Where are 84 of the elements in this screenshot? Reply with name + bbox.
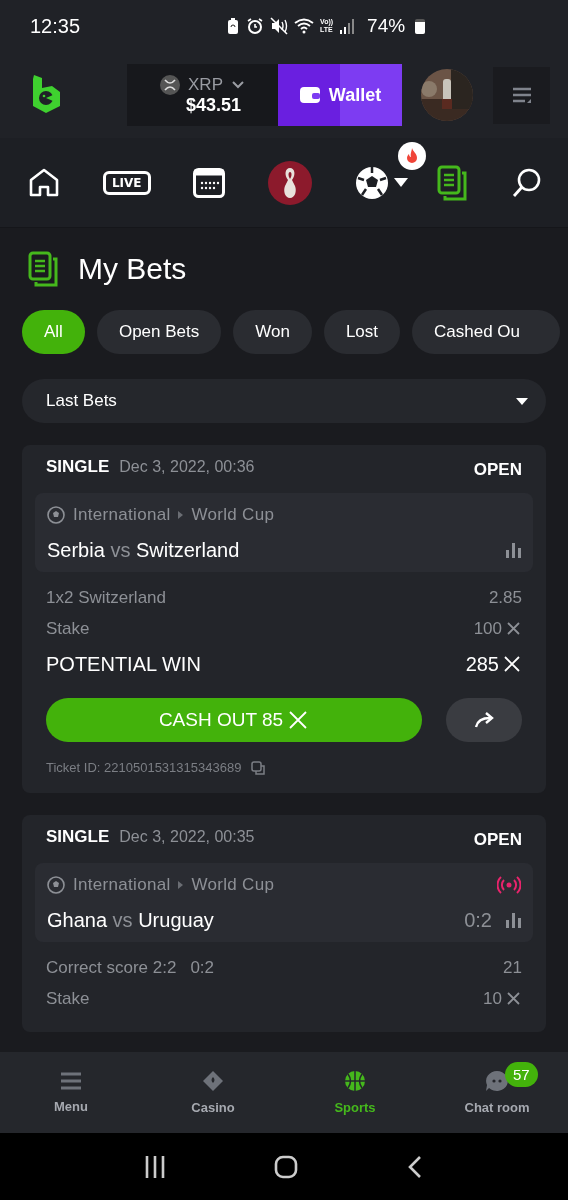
tournament-name: World Cup xyxy=(191,505,276,525)
wallet-button[interactable]: Wallet xyxy=(278,64,402,126)
wallet-icon xyxy=(298,85,321,105)
search-icon[interactable] xyxy=(511,167,542,198)
basketball-icon xyxy=(344,1070,366,1092)
tournament-name: World Cup xyxy=(191,875,276,895)
bet-type: SINGLE xyxy=(46,827,110,847)
bet-date: Dec 3, 2022, 00:36 xyxy=(119,458,256,476)
home-button-icon[interactable] xyxy=(274,1154,298,1179)
cross-icon xyxy=(502,654,522,674)
calendar-icon[interactable] xyxy=(193,167,226,198)
battery-saver-icon xyxy=(226,17,240,35)
bet-status: OPEN xyxy=(473,460,522,480)
stats-icon[interactable] xyxy=(506,913,521,928)
chevron-down-icon xyxy=(231,79,245,90)
row-value: 100 xyxy=(473,618,502,639)
match-teams: Serbia vs Switzerland xyxy=(47,539,241,562)
row-label: 1x2 Switzerland xyxy=(46,587,166,607)
soccer-ball-icon[interactable] xyxy=(355,165,390,200)
cross-icon xyxy=(505,620,522,637)
cross-icon xyxy=(505,990,522,1007)
bet-date: Dec 3, 2022, 00:35 xyxy=(119,828,256,846)
battery-percent: 74% xyxy=(367,15,406,37)
bet-type: SINGLE xyxy=(46,457,110,477)
copy-icon[interactable] xyxy=(251,760,266,775)
match-teams: Ghana vs Uruguay xyxy=(47,909,215,932)
row-label: 0:2 xyxy=(190,957,215,977)
wifi-icon xyxy=(294,17,314,35)
tab-item[interactable]: Casino xyxy=(142,1052,284,1133)
page-title: My Bets xyxy=(78,252,187,286)
share-button[interactable] xyxy=(446,698,522,742)
row-value: 10 xyxy=(483,988,502,1009)
league-name: International xyxy=(73,505,171,525)
row-value: 2.85 xyxy=(488,587,522,608)
coin-icon xyxy=(160,74,180,95)
battery-icon xyxy=(415,18,426,34)
bet-slips-icon[interactable] xyxy=(437,164,470,201)
filter-chip[interactable]: Lost xyxy=(323,310,401,354)
balance-amount: $43.51 xyxy=(185,94,242,116)
menu-icon xyxy=(60,1071,82,1091)
filter-chip[interactable]: Won xyxy=(233,310,312,354)
mute-icon xyxy=(270,17,288,35)
ticket-id: Ticket ID: 2210501531315343689 xyxy=(46,760,242,775)
card-icon xyxy=(201,1070,225,1092)
chat-icon xyxy=(485,1070,509,1092)
tab-item[interactable]: Chat room 57 xyxy=(426,1052,568,1133)
league-name: International xyxy=(73,875,171,895)
filter-chip[interactable]: Cashed Ou xyxy=(412,310,561,354)
stats-icon[interactable] xyxy=(506,543,521,558)
caret-down-icon xyxy=(516,397,528,405)
back-icon[interactable] xyxy=(407,1154,424,1179)
caret-icon xyxy=(178,881,184,889)
unread-badge: 57 xyxy=(505,1062,538,1087)
row-label: Correct score 2:2 xyxy=(46,957,177,977)
menu-button[interactable] xyxy=(493,66,550,124)
row-value: 285 xyxy=(465,652,499,676)
signal-icon xyxy=(339,17,356,35)
live-button[interactable]: LIVE xyxy=(102,170,151,195)
alarm-icon xyxy=(246,17,264,35)
tab-item[interactable]: Menu xyxy=(0,1052,142,1133)
match-score: 0:2 xyxy=(464,909,492,932)
balance-selector[interactable]: XRP $43.51 xyxy=(127,64,278,126)
dropdown-value: Last Bets xyxy=(46,391,117,411)
caret-icon xyxy=(178,511,184,519)
row-value: 21 xyxy=(503,957,522,978)
menu-icon xyxy=(511,86,532,104)
home-icon[interactable] xyxy=(28,167,60,198)
clock: 12:35 xyxy=(30,14,82,38)
period-dropdown[interactable]: Last Bets xyxy=(22,379,546,423)
soccer-ball-icon xyxy=(47,506,65,524)
cross-icon xyxy=(287,709,310,731)
share-icon xyxy=(474,711,494,729)
currency-label: XRP xyxy=(188,74,223,95)
trophy-icon[interactable] xyxy=(268,160,313,205)
tab-item[interactable]: Sports xyxy=(284,1052,426,1133)
caret-down-icon xyxy=(394,178,409,187)
row-label: Stake xyxy=(46,618,90,638)
bet-status: OPEN xyxy=(473,830,522,850)
soccer-ball-icon xyxy=(47,876,65,894)
row-label: Stake xyxy=(46,988,90,1008)
bet-slips-icon xyxy=(28,251,60,287)
filter-chip[interactable]: Open Bets xyxy=(96,310,222,354)
row-label: POTENTIAL WIN xyxy=(46,652,201,675)
recent-apps-icon[interactable] xyxy=(144,1154,165,1179)
